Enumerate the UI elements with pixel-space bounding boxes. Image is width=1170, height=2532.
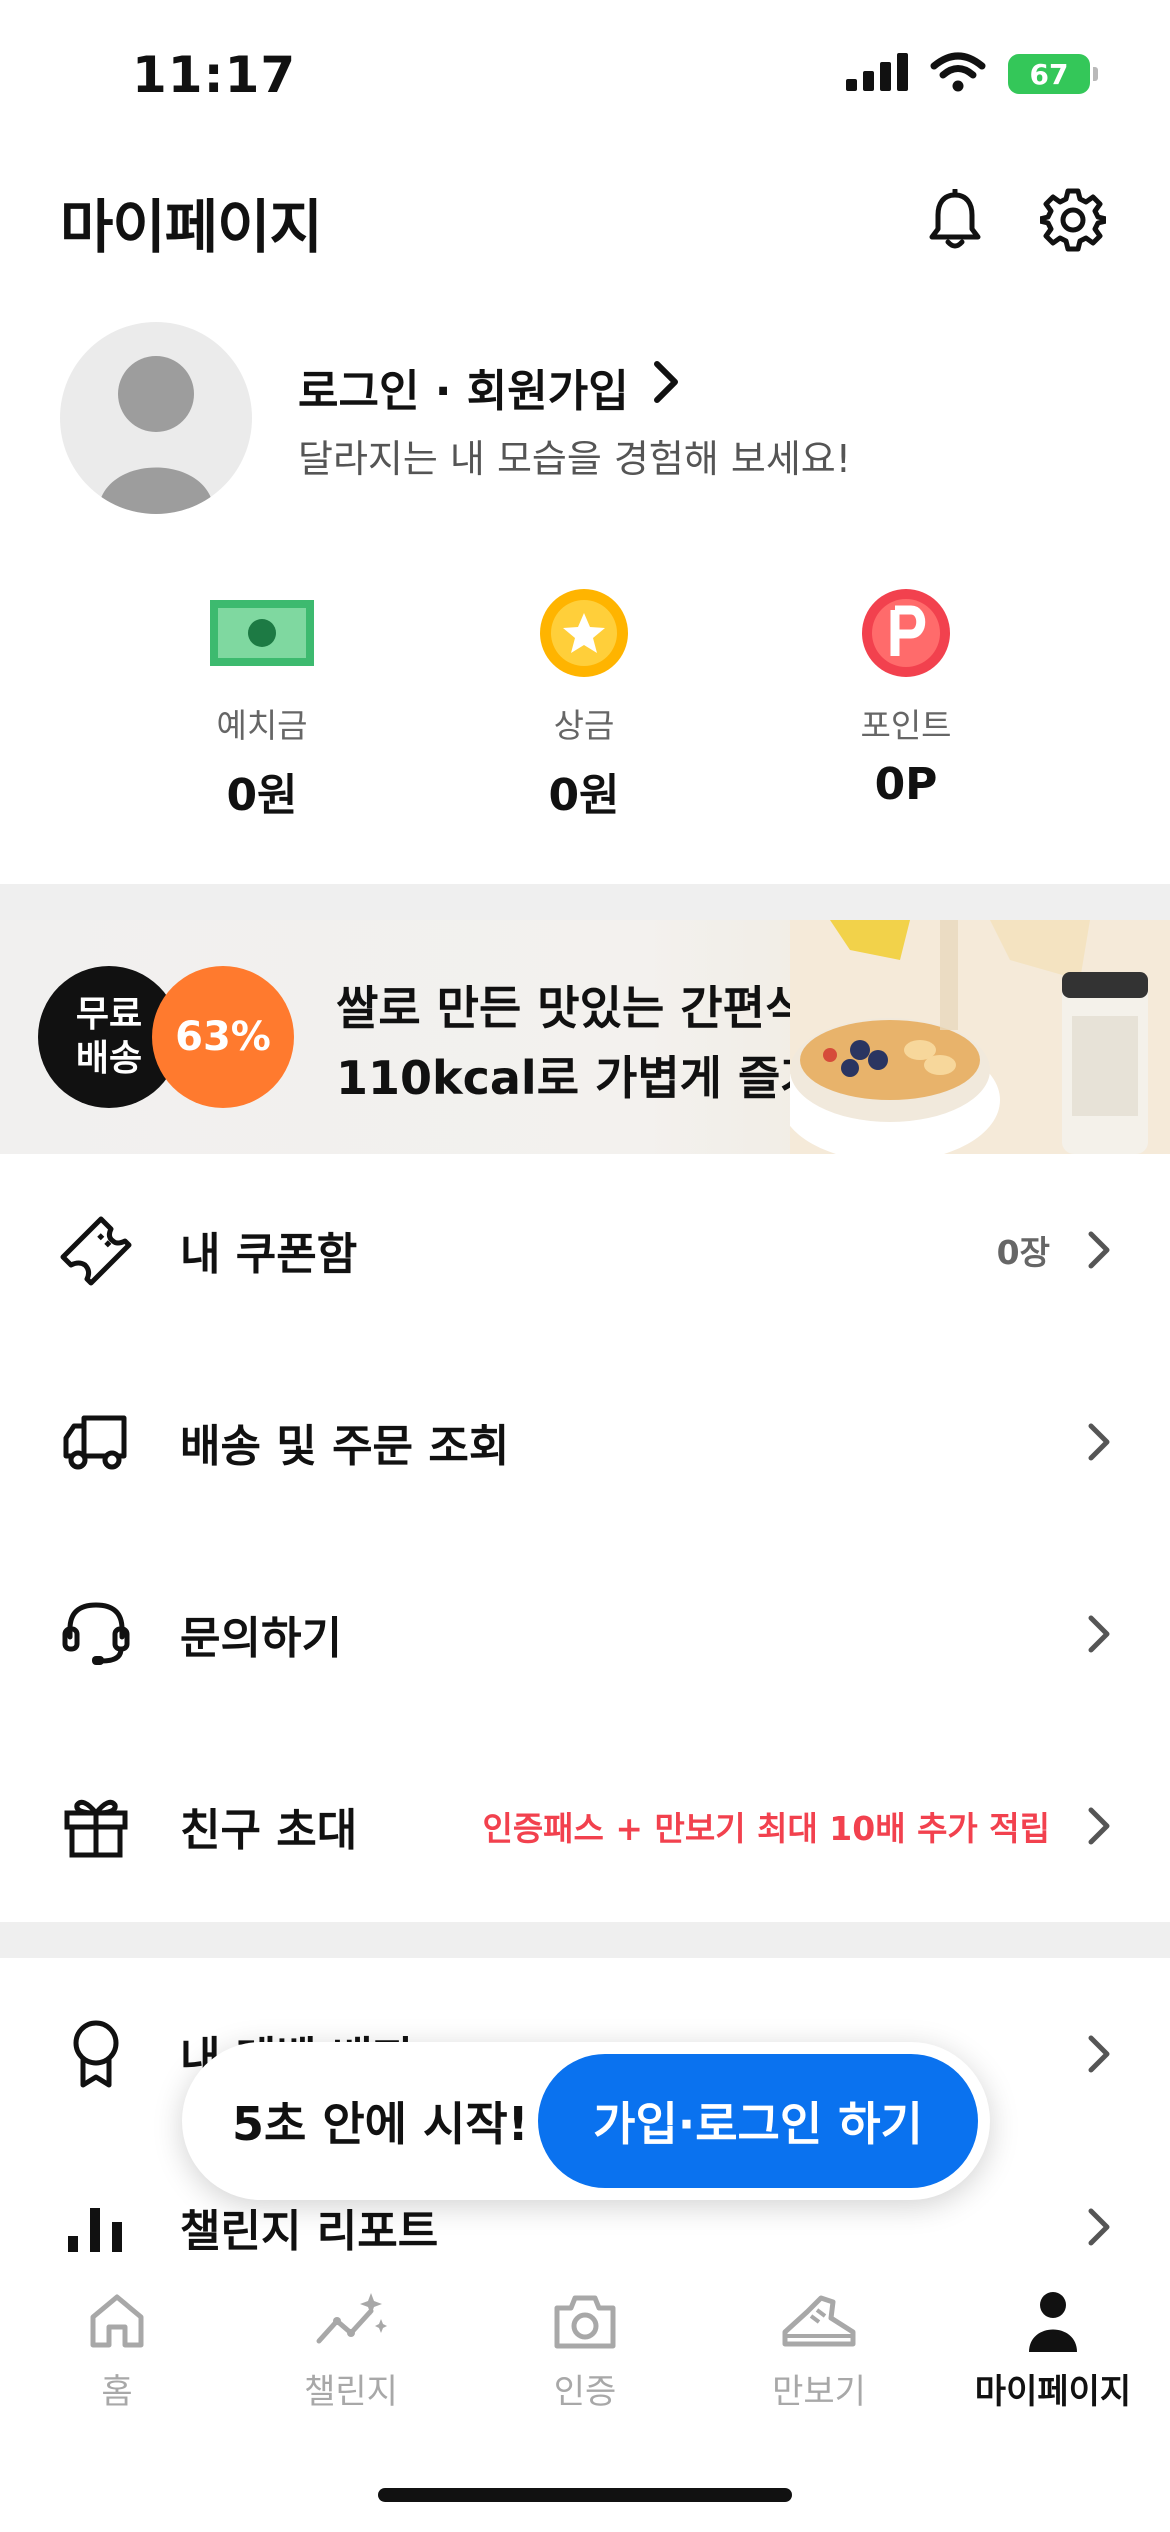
tab-label: 마이페이지 <box>974 2372 1132 2412</box>
menu-item-invite-friend[interactable]: 친구 초대 인증패스 + 만보기 최대 10배 추가 적립 <box>0 1766 1170 1886</box>
tab-label: 만보기 <box>772 2372 866 2412</box>
home-icon <box>0 2286 234 2356</box>
menu-label: 배송 및 주문 조회 <box>180 1421 510 1472</box>
bell-icon[interactable] <box>918 183 992 257</box>
status-bar: 11:17 67 <box>0 0 1170 150</box>
gear-icon[interactable] <box>1036 183 1110 257</box>
camera-icon <box>468 2286 702 2356</box>
tab-mypage[interactable]: 마이페이지 <box>936 2286 1170 2413</box>
menu-item-coupons[interactable]: 내 쿠폰함 0장 <box>0 1190 1170 1310</box>
chevron-right-icon <box>653 360 679 415</box>
banner-product-image <box>790 920 1170 1154</box>
menu-label: 문의하기 <box>180 1613 342 1664</box>
battery-icon: 67 <box>1008 54 1098 94</box>
challenge-icon <box>234 2286 468 2356</box>
badge-line: 배송 <box>75 1038 143 1079</box>
stat-value: 0원 <box>548 770 620 821</box>
menu-item-orders[interactable]: 배송 및 주문 조회 <box>0 1382 1170 1502</box>
avatar[interactable] <box>60 322 252 514</box>
sneaker-icon <box>702 2286 936 2356</box>
chevron-right-icon <box>1084 1612 1114 1656</box>
status-icons: 67 <box>846 52 1098 96</box>
tab-label: 홈 <box>101 2372 133 2412</box>
tab-pedometer[interactable]: 만보기 <box>702 2286 936 2413</box>
chevron-right-icon <box>1084 2032 1114 2076</box>
stat-label: 예치금 <box>216 706 308 745</box>
section-divider <box>0 884 1170 920</box>
gift-icon <box>56 1786 136 1866</box>
section-divider <box>0 1922 1170 1958</box>
cta-text: 5초 안에 시작! <box>232 2097 529 2151</box>
medal-icon <box>56 2014 136 2094</box>
chevron-right-icon <box>1084 1228 1114 1272</box>
page-title: 마이페이지 <box>60 193 323 261</box>
menu-item-inquiry[interactable]: 문의하기 <box>0 1574 1170 1694</box>
stat-prize[interactable]: 상금 0원 <box>464 585 704 823</box>
discount-badge: 63% <box>152 966 294 1108</box>
wifi-icon <box>930 52 986 96</box>
tab-label: 인증 <box>553 2372 617 2412</box>
truck-icon <box>56 1402 136 1482</box>
stat-value: 0P <box>874 759 938 810</box>
chevron-right-icon <box>1084 1804 1114 1848</box>
menu-label: 내 쿠폰함 <box>180 1229 358 1280</box>
star-coin-icon <box>464 585 704 681</box>
cellular-signal-icon <box>846 53 908 95</box>
home-indicator <box>378 2488 792 2502</box>
point-icon <box>786 585 1026 681</box>
stat-label: 상금 <box>553 706 615 745</box>
menu-label: 챌린지 리포트 <box>180 2206 439 2257</box>
tab-verify[interactable]: 인증 <box>468 2286 702 2413</box>
tab-home[interactable]: 홈 <box>0 2286 234 2413</box>
banner-headline: 쌀로 만든 맛있는 간편식! <box>336 981 829 1035</box>
signup-login-button[interactable]: 가입·로그인 하기 <box>538 2054 978 2188</box>
login-signup-label: 로그인 · 회원가입 <box>298 366 629 417</box>
headset-icon <box>56 1594 136 1674</box>
battery-level: 67 <box>1029 57 1069 91</box>
menu-label: 친구 초대 <box>180 1805 358 1856</box>
person-icon <box>936 2286 1170 2356</box>
profile-subtitle: 달라지는 내 모습을 경험해 보세요! <box>298 437 851 481</box>
stat-deposit[interactable]: 예치금 0원 <box>142 585 382 823</box>
stat-value: 0원 <box>226 770 298 821</box>
tab-challenge[interactable]: 챌린지 <box>234 2286 468 2413</box>
signup-cta-banner: 5초 안에 시작! 가입·로그인 하기 <box>182 2042 990 2200</box>
chevron-right-icon <box>1084 2205 1114 2249</box>
login-signup-link[interactable]: 로그인 · 회원가입 <box>298 355 679 419</box>
bar-chart-icon <box>56 2187 136 2267</box>
tab-label: 챌린지 <box>304 2372 398 2412</box>
stat-label: 포인트 <box>860 706 952 745</box>
cash-icon <box>142 585 382 681</box>
chevron-right-icon <box>1084 1420 1114 1464</box>
status-time: 11:17 <box>132 46 297 104</box>
promo-banner[interactable]: 무료 배송 63% 쌀로 만든 맛있는 간편식! 110kcal로 가볍게 즐겨… <box>0 920 1170 1154</box>
invite-reward-text: 인증패스 + 만보기 최대 10배 추가 적립 <box>482 1809 1050 1848</box>
ticket-icon <box>56 1210 136 1290</box>
stat-point[interactable]: 포인트 0P <box>786 585 1026 810</box>
banner-subheadline: 110kcal로 가볍게 즐겨요 <box>336 1051 865 1105</box>
badge-line: 무료 <box>75 994 143 1035</box>
coupon-count: 0장 <box>996 1233 1050 1272</box>
